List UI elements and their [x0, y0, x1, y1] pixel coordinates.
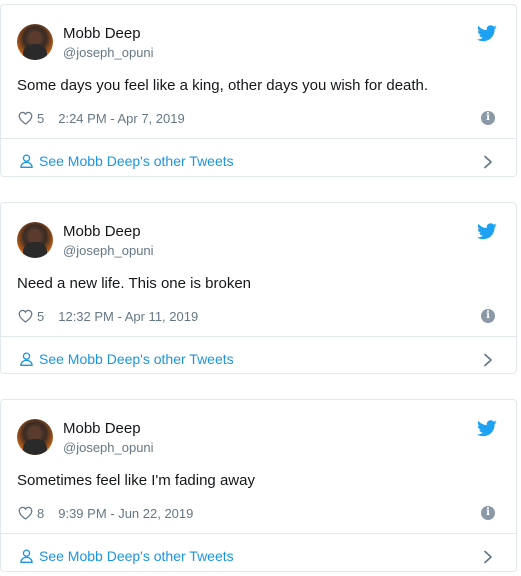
- tweet-text: Need a new life. This one is broken: [17, 275, 252, 292]
- see-other-tweets-label[interactable]: See Mobb Deep's other Tweets: [39, 351, 234, 367]
- chevron-right-icon[interactable]: [483, 353, 493, 367]
- heart-icon[interactable]: [18, 309, 33, 323]
- see-other-tweets-link[interactable]: See Mobb Deep's other Tweets: [1, 139, 516, 177]
- person-icon: [20, 549, 33, 563]
- tweet-timestamp[interactable]: 2:24 PM - Apr 7, 2019: [58, 111, 184, 126]
- like-count: 5: [37, 308, 45, 324]
- tweet-text: Some days you feel like a king, other da…: [17, 77, 429, 94]
- tweet-meta: 5 12:32 PM - Apr 11, 2019: [18, 308, 198, 324]
- like-count: 5: [37, 110, 45, 126]
- author-name[interactable]: Mobb Deep: [63, 25, 141, 42]
- author-name[interactable]: Mobb Deep: [63, 223, 141, 240]
- avatar[interactable]: [17, 419, 53, 455]
- twitter-bird-icon[interactable]: [477, 223, 497, 240]
- heart-icon[interactable]: [18, 506, 33, 520]
- tweet-meta: 8 9:39 PM - Jun 22, 2019: [18, 505, 193, 521]
- avatar[interactable]: [17, 24, 53, 60]
- tweet-timestamp[interactable]: 9:39 PM - Jun 22, 2019: [58, 506, 193, 521]
- tweet-text: Sometimes feel like I'm fading away: [17, 472, 255, 489]
- see-other-tweets-label[interactable]: See Mobb Deep's other Tweets: [39, 548, 234, 564]
- author-handle[interactable]: @joseph_opuni: [63, 243, 154, 258]
- tweet-card[interactable]: Mobb Deep @joseph_opuni Need a new life.…: [0, 202, 517, 374]
- heart-icon[interactable]: [18, 111, 33, 125]
- like-count: 8: [37, 505, 45, 521]
- tweet-timestamp[interactable]: 12:32 PM - Apr 11, 2019: [58, 309, 198, 324]
- tweet-card[interactable]: Mobb Deep @joseph_opuni Some days you fe…: [0, 4, 517, 177]
- tweet-meta: 5 2:24 PM - Apr 7, 2019: [18, 110, 185, 126]
- info-icon[interactable]: i: [481, 111, 495, 125]
- tweet-card[interactable]: Mobb Deep @joseph_opuni Sometimes feel l…: [0, 399, 517, 572]
- twitter-bird-icon[interactable]: [477, 25, 497, 42]
- author-name[interactable]: Mobb Deep: [63, 420, 141, 437]
- see-other-tweets-link[interactable]: See Mobb Deep's other Tweets: [1, 534, 516, 572]
- chevron-right-icon[interactable]: [483, 550, 493, 564]
- info-icon[interactable]: i: [481, 506, 495, 520]
- see-other-tweets-label[interactable]: See Mobb Deep's other Tweets: [39, 153, 234, 169]
- author-handle[interactable]: @joseph_opuni: [63, 45, 154, 60]
- avatar[interactable]: [17, 222, 53, 258]
- twitter-bird-icon[interactable]: [477, 420, 497, 437]
- see-other-tweets-link[interactable]: See Mobb Deep's other Tweets: [1, 337, 516, 375]
- chevron-right-icon[interactable]: [483, 155, 493, 169]
- person-icon: [20, 154, 33, 168]
- info-icon[interactable]: i: [481, 309, 495, 323]
- person-icon: [20, 352, 33, 366]
- author-handle[interactable]: @joseph_opuni: [63, 440, 154, 455]
